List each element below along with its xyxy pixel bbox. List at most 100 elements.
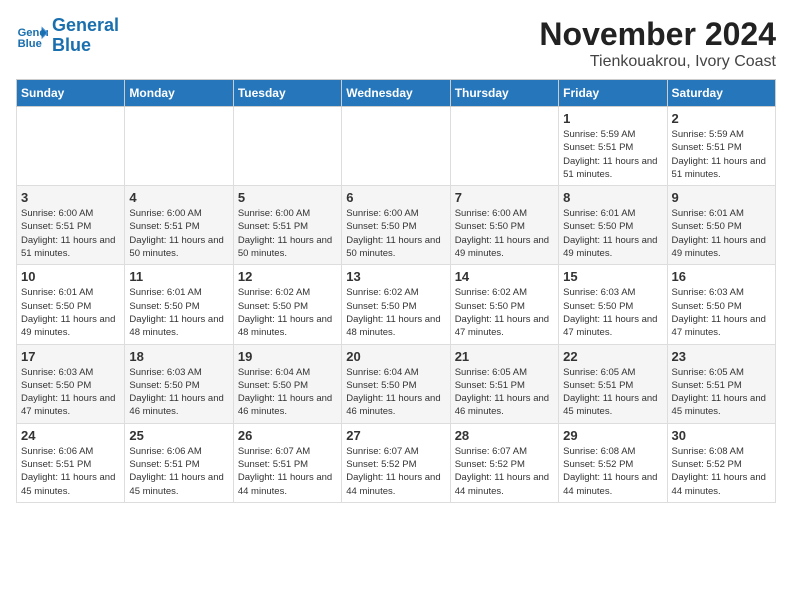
day-info: Sunrise: 6:00 AM Sunset: 5:51 PM Dayligh… — [238, 207, 337, 260]
calendar-cell — [17, 107, 125, 186]
day-info: Sunrise: 6:07 AM Sunset: 5:52 PM Dayligh… — [455, 445, 554, 498]
calendar-cell — [342, 107, 450, 186]
calendar-cell: 12 Sunrise: 6:02 AM Sunset: 5:50 PM Dayli… — [233, 265, 341, 344]
calendar-cell: 6Sunrise: 6:00 AM Sunset: 5:50 PM Daylig… — [342, 186, 450, 265]
day-info: Sunrise: 6:07 AM Sunset: 5:52 PM Dayligh… — [346, 445, 445, 498]
logo-text-general: General — [52, 16, 119, 36]
day-info: Sunrise: 6:06 AM Sunset: 5:51 PM Dayligh… — [129, 445, 228, 498]
day-info: Sunrise: 6:07 AM Sunset: 5:51 PM Dayligh… — [238, 445, 337, 498]
day-number: 12 — [238, 269, 337, 284]
calendar-header-row: SundayMondayTuesdayWednesdayThursdayFrid… — [17, 80, 776, 107]
day-info: Sunrise: 6:05 AM Sunset: 5:51 PM Dayligh… — [563, 366, 662, 419]
day-number: 2 — [672, 111, 771, 126]
calendar-cell: 4 Sunrise: 6:00 AM Sunset: 5:51 PM Daylig… — [125, 186, 233, 265]
day-info: Sunrise: 6:00 AM Sunset: 5:50 PM Dayligh… — [346, 207, 445, 260]
calendar-cell: 28 Sunrise: 6:07 AM Sunset: 5:52 PM Dayli… — [450, 423, 558, 502]
day-info: Sunrise: 6:04 AM Sunset: 5:50 PM Dayligh… — [346, 366, 445, 419]
day-header-wednesday: Wednesday — [342, 80, 450, 107]
day-number: 24 — [21, 428, 120, 443]
day-header-saturday: Saturday — [667, 80, 775, 107]
calendar-table: SundayMondayTuesdayWednesdayThursdayFrid… — [16, 79, 776, 503]
day-info: Sunrise: 6:02 AM Sunset: 5:50 PM Dayligh… — [455, 286, 554, 339]
calendar-cell: 17 Sunrise: 6:03 AM Sunset: 5:50 PM Dayli… — [17, 344, 125, 423]
day-info: Sunrise: 6:01 AM Sunset: 5:50 PM Dayligh… — [129, 286, 228, 339]
logo-text-blue: Blue — [52, 36, 119, 56]
calendar-title-block: November 2024 Tienkouakrou, Ivory Coast — [539, 16, 776, 71]
calendar-cell: 11 Sunrise: 6:01 AM Sunset: 5:50 PM Dayli… — [125, 265, 233, 344]
day-number: 7 — [455, 190, 554, 205]
day-number: 29 — [563, 428, 662, 443]
day-number: 19 — [238, 349, 337, 364]
day-info: Sunrise: 6:03 AM Sunset: 5:50 PM Dayligh… — [129, 366, 228, 419]
day-number: 1 — [563, 111, 662, 126]
calendar-cell: 7 Sunrise: 6:00 AM Sunset: 5:50 PM Daylig… — [450, 186, 558, 265]
day-header-friday: Friday — [559, 80, 667, 107]
day-info: Sunrise: 6:03 AM Sunset: 5:50 PM Dayligh… — [672, 286, 771, 339]
calendar-cell: 24 Sunrise: 6:06 AM Sunset: 5:51 PM Dayli… — [17, 423, 125, 502]
calendar-cell: 18Sunrise: 6:03 AM Sunset: 5:50 PM Dayli… — [125, 344, 233, 423]
day-info: Sunrise: 6:00 AM Sunset: 5:51 PM Dayligh… — [129, 207, 228, 260]
calendar-week-row: 1 Sunrise: 5:59 AM Sunset: 5:51 PM Daylig… — [17, 107, 776, 186]
calendar-week-row: 3 Sunrise: 6:00 AM Sunset: 5:51 PM Daylig… — [17, 186, 776, 265]
day-info: Sunrise: 6:01 AM Sunset: 5:50 PM Dayligh… — [672, 207, 771, 260]
calendar-cell: 22 Sunrise: 6:05 AM Sunset: 5:51 PM Dayli… — [559, 344, 667, 423]
day-header-sunday: Sunday — [17, 80, 125, 107]
day-number: 22 — [563, 349, 662, 364]
calendar-week-row: 10 Sunrise: 6:01 AM Sunset: 5:50 PM Dayli… — [17, 265, 776, 344]
day-info: Sunrise: 6:05 AM Sunset: 5:51 PM Dayligh… — [672, 366, 771, 419]
day-info: Sunrise: 6:00 AM Sunset: 5:50 PM Dayligh… — [455, 207, 554, 260]
day-number: 14 — [455, 269, 554, 284]
calendar-cell: 2 Sunrise: 5:59 AM Sunset: 5:51 PM Daylig… — [667, 107, 775, 186]
day-number: 13 — [346, 269, 445, 284]
day-number: 15 — [563, 269, 662, 284]
day-number: 20 — [346, 349, 445, 364]
calendar-cell: 5Sunrise: 6:00 AM Sunset: 5:51 PM Daylig… — [233, 186, 341, 265]
calendar-cell: 9 Sunrise: 6:01 AM Sunset: 5:50 PM Daylig… — [667, 186, 775, 265]
day-number: 9 — [672, 190, 771, 205]
day-number: 3 — [21, 190, 120, 205]
day-number: 25 — [129, 428, 228, 443]
day-number: 23 — [672, 349, 771, 364]
svg-text:Blue: Blue — [18, 38, 42, 50]
calendar-cell: 29 Sunrise: 6:08 AM Sunset: 5:52 PM Dayli… — [559, 423, 667, 502]
day-header-tuesday: Tuesday — [233, 80, 341, 107]
calendar-cell: 20 Sunrise: 6:04 AM Sunset: 5:50 PM Dayli… — [342, 344, 450, 423]
logo: General Blue General Blue — [16, 16, 119, 56]
calendar-subtitle: Tienkouakrou, Ivory Coast — [539, 53, 776, 71]
calendar-cell: 3 Sunrise: 6:00 AM Sunset: 5:51 PM Daylig… — [17, 186, 125, 265]
day-info: Sunrise: 6:02 AM Sunset: 5:50 PM Dayligh… — [238, 286, 337, 339]
day-number: 16 — [672, 269, 771, 284]
day-number: 28 — [455, 428, 554, 443]
calendar-week-row: 24 Sunrise: 6:06 AM Sunset: 5:51 PM Dayli… — [17, 423, 776, 502]
day-header-monday: Monday — [125, 80, 233, 107]
day-info: Sunrise: 6:00 AM Sunset: 5:51 PM Dayligh… — [21, 207, 120, 260]
day-info: Sunrise: 5:59 AM Sunset: 5:51 PM Dayligh… — [672, 128, 771, 181]
day-info: Sunrise: 5:59 AM Sunset: 5:51 PM Dayligh… — [563, 128, 662, 181]
calendar-cell: 16 Sunrise: 6:03 AM Sunset: 5:50 PM Dayli… — [667, 265, 775, 344]
day-number: 10 — [21, 269, 120, 284]
day-number: 4 — [129, 190, 228, 205]
calendar-cell: 15Sunrise: 6:03 AM Sunset: 5:50 PM Dayli… — [559, 265, 667, 344]
day-number: 8 — [563, 190, 662, 205]
calendar-cell: 23 Sunrise: 6:05 AM Sunset: 5:51 PM Dayli… — [667, 344, 775, 423]
calendar-cell: 26Sunrise: 6:07 AM Sunset: 5:51 PM Dayli… — [233, 423, 341, 502]
calendar-title: November 2024 — [539, 16, 776, 53]
day-info: Sunrise: 6:03 AM Sunset: 5:50 PM Dayligh… — [21, 366, 120, 419]
calendar-cell: 30Sunrise: 6:08 AM Sunset: 5:52 PM Dayli… — [667, 423, 775, 502]
calendar-cell: 13Sunrise: 6:02 AM Sunset: 5:50 PM Dayli… — [342, 265, 450, 344]
calendar-cell: 8 Sunrise: 6:01 AM Sunset: 5:50 PM Daylig… — [559, 186, 667, 265]
calendar-cell: 14 Sunrise: 6:02 AM Sunset: 5:50 PM Dayli… — [450, 265, 558, 344]
page-header: General Blue General Blue November 2024 … — [16, 16, 776, 71]
day-info: Sunrise: 6:08 AM Sunset: 5:52 PM Dayligh… — [563, 445, 662, 498]
day-info: Sunrise: 6:04 AM Sunset: 5:50 PM Dayligh… — [238, 366, 337, 419]
calendar-cell — [125, 107, 233, 186]
calendar-week-row: 17 Sunrise: 6:03 AM Sunset: 5:50 PM Dayli… — [17, 344, 776, 423]
day-number: 11 — [129, 269, 228, 284]
day-info: Sunrise: 6:08 AM Sunset: 5:52 PM Dayligh… — [672, 445, 771, 498]
day-number: 17 — [21, 349, 120, 364]
calendar-cell: 10Sunrise: 6:01 AM Sunset: 5:50 PM Dayli… — [17, 265, 125, 344]
day-info: Sunrise: 6:01 AM Sunset: 5:50 PM Dayligh… — [563, 207, 662, 260]
calendar-cell: 19 Sunrise: 6:04 AM Sunset: 5:50 PM Dayli… — [233, 344, 341, 423]
day-number: 27 — [346, 428, 445, 443]
day-info: Sunrise: 6:06 AM Sunset: 5:51 PM Dayligh… — [21, 445, 120, 498]
